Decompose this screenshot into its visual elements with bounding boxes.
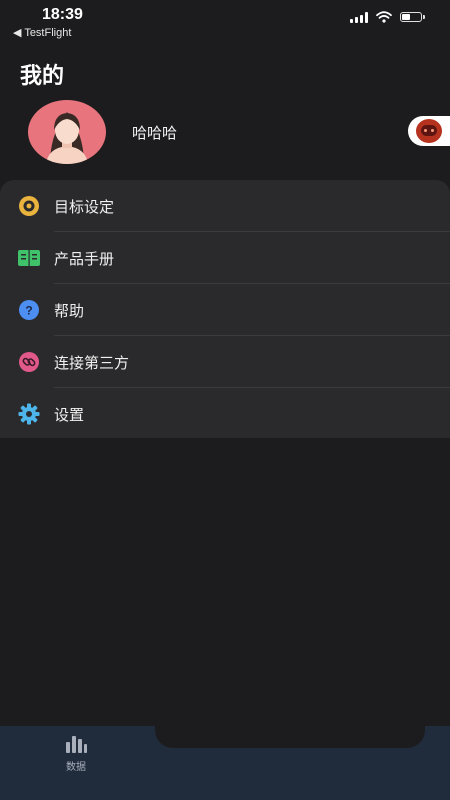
menu-item-help[interactable]: ? 帮助 bbox=[0, 284, 450, 336]
svg-text:?: ? bbox=[25, 304, 32, 318]
wifi-icon bbox=[376, 11, 392, 23]
menu-item-label: 目标设定 bbox=[54, 197, 115, 216]
target-icon bbox=[18, 195, 40, 217]
tab-data[interactable]: 数据 bbox=[52, 734, 100, 774]
menu-item-connect-third-party[interactable]: 连接第三方 bbox=[0, 336, 450, 388]
battery-icon bbox=[400, 12, 425, 22]
status-bar: 18:39 ◀ TestFlight bbox=[0, 0, 450, 44]
menu-item-settings[interactable]: 设置 bbox=[0, 388, 450, 440]
tab-bar-notch bbox=[155, 726, 425, 748]
username: 哈哈哈 bbox=[132, 124, 178, 142]
gear-icon bbox=[18, 403, 40, 425]
menu-item-label: 产品手册 bbox=[54, 249, 115, 268]
menu-item-label: 帮助 bbox=[54, 301, 85, 320]
status-time: 18:39 bbox=[42, 6, 83, 23]
help-icon: ? bbox=[18, 299, 40, 321]
page-title: 我的 bbox=[20, 64, 65, 89]
signal-icon bbox=[350, 11, 368, 23]
avatar[interactable] bbox=[28, 100, 106, 164]
tab-label: 数据 bbox=[66, 762, 86, 773]
status-icons bbox=[350, 11, 425, 23]
menu-item-product-manual[interactable]: 产品手册 bbox=[0, 232, 450, 284]
menu-item-label: 连接第三方 bbox=[54, 353, 130, 372]
link-icon bbox=[18, 351, 40, 373]
menu-list: 目标设定 产品手册 ? 帮助 连接第三方 设置 bbox=[0, 180, 450, 438]
book-icon bbox=[18, 247, 40, 269]
menu-item-label: 设置 bbox=[54, 405, 85, 424]
floating-assistant-icon[interactable] bbox=[408, 116, 450, 146]
back-to-testflight-link[interactable]: ◀ TestFlight bbox=[13, 26, 71, 39]
menu-item-goal-setting[interactable]: 目标设定 bbox=[0, 180, 450, 232]
bar-chart-icon bbox=[66, 736, 87, 753]
